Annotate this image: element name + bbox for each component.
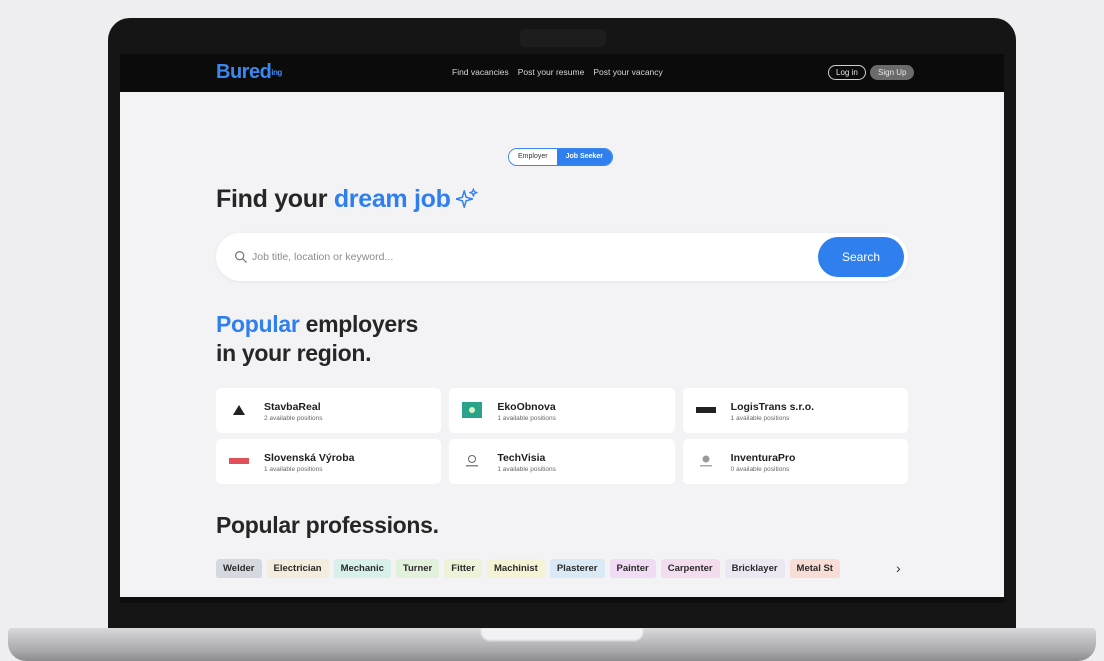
employer-name: StavbaReal	[264, 401, 321, 413]
employer-card-logistrans[interactable]: LogisTrans s.r.o. 1 available positions	[682, 388, 908, 433]
employer-positions: 1 available positions	[730, 415, 790, 422]
professions-heading: Popular professions.	[216, 512, 439, 538]
hero-title: Find your dream job	[216, 185, 451, 214]
profession-chip-electrician[interactable]: Electrician	[266, 559, 329, 578]
search-input[interactable]	[252, 233, 812, 281]
employer-name: TechVisia	[497, 452, 546, 464]
profession-chip-carpenter[interactable]: Carpenter	[660, 559, 720, 578]
screen-bezel-bottom	[120, 597, 1004, 603]
profession-chip-machinist[interactable]: Machinist	[487, 559, 545, 578]
employer-positions: 1 available positions	[264, 466, 323, 473]
employers-heading-accent: Popular	[216, 311, 300, 337]
employer-positions: 2 available positions	[264, 415, 323, 422]
professions-list: Welder Electrician Mechanic Turner Fitter Mac…	[216, 558, 916, 578]
employer-positions: 0 available positions	[730, 466, 790, 473]
profession-chip-fitter[interactable]: Fitter	[444, 559, 483, 578]
chevron-right-icon[interactable]: ›	[896, 560, 901, 576]
logo-text: Bured	[216, 61, 272, 83]
search-button[interactable]: Search	[818, 237, 904, 277]
profession-chip-metal[interactable]: Metal St	[789, 559, 840, 578]
red-bar-logo-icon	[228, 451, 250, 471]
employer-card-techvisia[interactable]: TechVisia 1 available positions	[449, 439, 675, 484]
hero-title-prefix: Find your	[216, 185, 334, 213]
dark-bar-logo-icon	[695, 400, 717, 420]
page-content: Employer Job Seeker Find your dream job …	[120, 92, 1004, 597]
profession-chip-bricklayer[interactable]: Bricklayer	[724, 559, 785, 578]
main-nav: Find vacancies Post your resume Post you…	[452, 67, 663, 77]
profession-chip-plasterer[interactable]: Plasterer	[549, 559, 605, 578]
profession-chip-turner[interactable]: Turner	[395, 559, 440, 578]
toggle-job-seeker[interactable]: Job Seeker	[556, 149, 612, 165]
role-toggle: Employer Job Seeker	[508, 148, 613, 166]
site-header: Bureding Find vacancies Post your resume…	[120, 54, 1004, 92]
laptop-camera	[520, 29, 606, 47]
employers-grid: StavbaReal 2 available positions EkoObno…	[216, 388, 908, 484]
employers-heading-rest: employers	[299, 311, 419, 337]
employer-name: EkoObnova	[497, 401, 556, 413]
profession-chip-mechanic[interactable]: Mechanic	[333, 559, 391, 578]
brand-logo[interactable]: Bureding	[216, 61, 282, 84]
round-logo-icon	[695, 451, 717, 471]
hero-title-accent: dream job	[333, 185, 451, 213]
profession-chip-painter[interactable]: Painter	[609, 559, 656, 578]
triangle-logo-icon	[228, 400, 250, 420]
employer-name: InventuraPro	[730, 452, 796, 464]
employer-name: LogisTrans s.r.o.	[730, 401, 815, 413]
green-square-logo-icon	[461, 400, 483, 420]
employers-heading: Popular employers in your region.	[216, 310, 418, 368]
employers-heading-line2: in your region.	[216, 340, 372, 366]
employer-card-inventurapro[interactable]: InventuraPro 0 available positions	[682, 439, 908, 484]
toggle-employer[interactable]: Employer	[509, 149, 557, 165]
search-icon	[235, 251, 247, 263]
nav-post-resume[interactable]: Post your resume	[518, 67, 585, 77]
search-bar: Search	[216, 233, 908, 281]
employer-card-stavbareal[interactable]: StavbaReal 2 available positions	[216, 388, 442, 433]
logo-tail: ing	[271, 68, 282, 78]
signup-button[interactable]: Sign Up	[870, 65, 915, 80]
profession-chip-welder[interactable]: Welder	[216, 559, 262, 578]
circle-logo-icon	[461, 451, 483, 471]
employer-positions: 1 available positions	[497, 415, 556, 422]
laptop-notch	[480, 628, 644, 642]
sparkle-icon	[456, 188, 478, 208]
nav-find-vacancies[interactable]: Find vacancies	[452, 67, 509, 77]
employer-card-slovenska-vyroba[interactable]: Slovenská Výroba 1 available positions	[216, 439, 442, 484]
login-button[interactable]: Log in	[828, 65, 866, 80]
nav-post-vacancy[interactable]: Post your vacancy	[593, 67, 662, 77]
employer-name: Slovenská Výroba	[264, 452, 355, 464]
employer-positions: 1 available positions	[497, 466, 556, 473]
employer-card-ekoobnova[interactable]: EkoObnova 1 available positions	[449, 388, 675, 433]
